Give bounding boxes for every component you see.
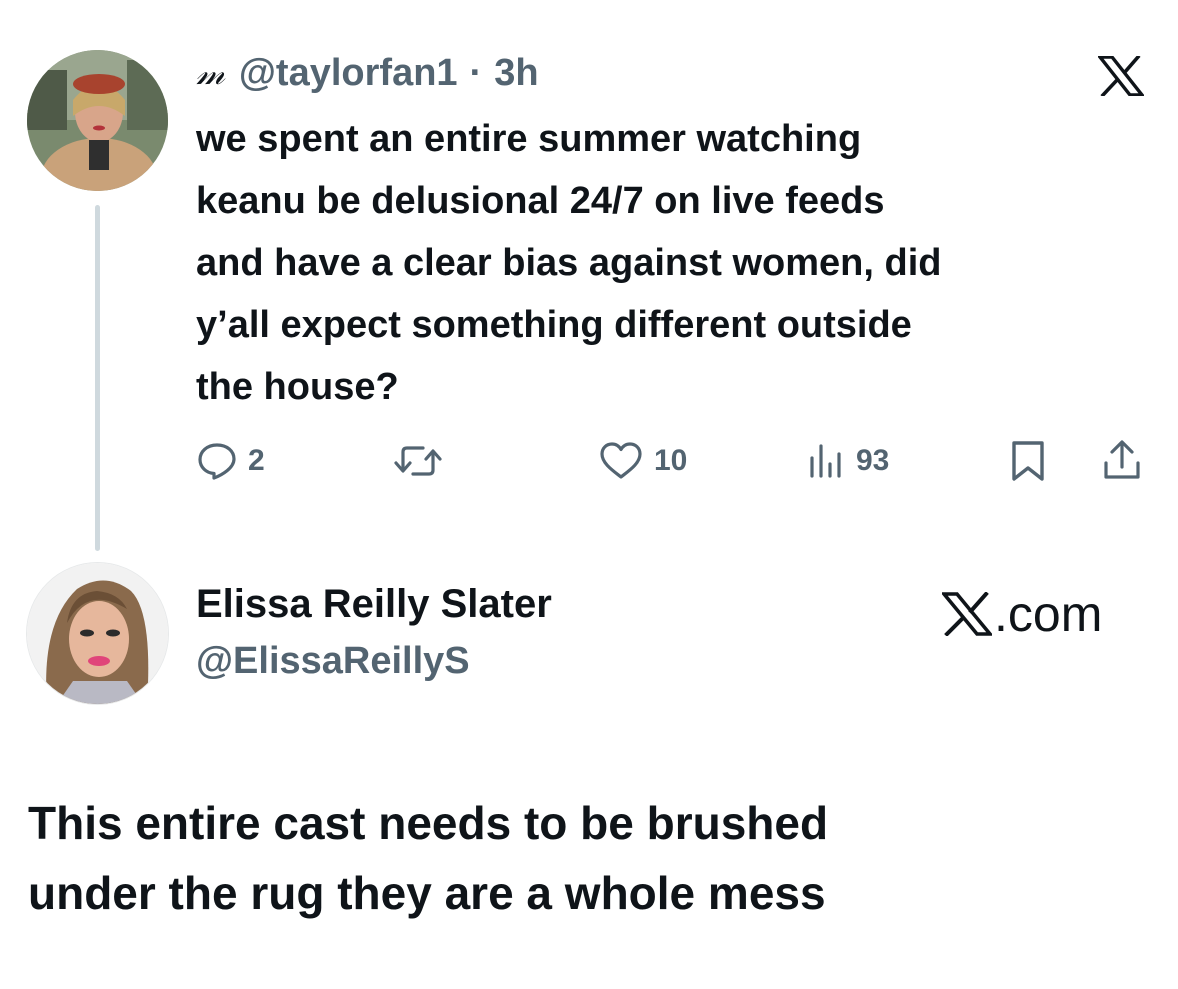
- speech-bubble-icon: [198, 443, 236, 480]
- quoted-tweet-text: we spent an entire summer watching keanu…: [196, 118, 942, 408]
- heart-icon: [600, 442, 642, 479]
- reply-button[interactable]: 2: [196, 438, 265, 484]
- like-count: 10: [654, 444, 688, 477]
- author-display-name[interactable]: Elissa Reilly Slater: [196, 582, 552, 627]
- avatar-photo: [27, 50, 168, 191]
- bar-chart-icon: [810, 444, 841, 478]
- retweet-button[interactable]: [393, 438, 453, 484]
- header-separator: ·: [469, 51, 483, 94]
- display-name-glyph[interactable]: 𝓂: [196, 53, 225, 93]
- reply-count: 2: [248, 444, 265, 477]
- author-handle[interactable]: @ElissaReillyS: [196, 640, 470, 683]
- x-logo-icon: [942, 592, 992, 636]
- taylorfan1-avatar[interactable]: [27, 50, 168, 191]
- x-logo-icon: [1096, 54, 1146, 98]
- views-button[interactable]: 93: [804, 438, 889, 484]
- x-com-badge: .com: [942, 585, 1102, 643]
- views-count: 93: [856, 444, 890, 477]
- site-label: .com: [994, 586, 1103, 642]
- reply-text: This entire cast needs to be brushed und…: [28, 797, 829, 919]
- tweet-timestamp[interactable]: 3h: [494, 52, 538, 95]
- like-button[interactable]: 10: [598, 438, 687, 484]
- tweet-action-bar: 2 10 93: [196, 438, 1146, 484]
- bookmark-button[interactable]: [1008, 438, 1048, 484]
- share-upload-icon: [1104, 440, 1140, 479]
- share-button[interactable]: [1101, 438, 1143, 484]
- retweet-icon: [394, 446, 442, 476]
- quoted-tweet-handle[interactable]: @taylorfan1: [239, 52, 458, 95]
- bookmark-icon: [1012, 441, 1044, 481]
- quoted-tweet-header: 𝓂 @taylorfan1 · 3h: [196, 50, 539, 96]
- elissa-avatar[interactable]: [27, 563, 168, 704]
- thread-connector-line: [95, 205, 100, 551]
- avatar-photo: [27, 563, 168, 704]
